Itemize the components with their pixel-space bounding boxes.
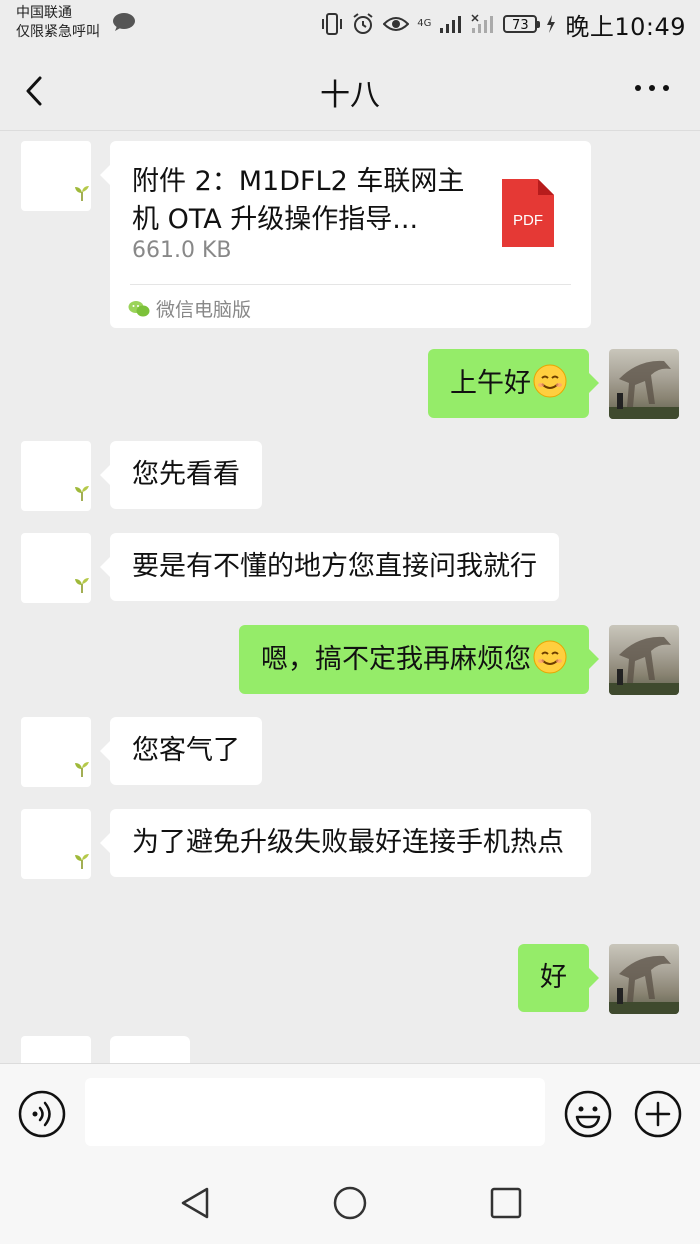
alarm-icon bbox=[353, 13, 373, 34]
pdf-icon: PDF bbox=[502, 179, 554, 247]
nav-back-icon[interactable] bbox=[175, 1183, 215, 1223]
my-avatar[interactable] bbox=[609, 349, 679, 419]
status-bar: 中国联通 仅限紧急呼叫 4G 73 晚上10:49 bbox=[0, 0, 700, 50]
sprout-icon bbox=[75, 762, 89, 777]
my-avatar[interactable] bbox=[609, 625, 679, 695]
avatar[interactable] bbox=[21, 1036, 91, 1063]
file-source-label: 微信电脑版 bbox=[156, 299, 252, 321]
message-notification-icon bbox=[113, 13, 135, 31]
file-message[interactable]: 附件 2：M1DFL2 车联网主机 OTA 升级操作指导... 661.0 KB… bbox=[100, 141, 591, 328]
avatar[interactable] bbox=[21, 533, 91, 603]
clock: 晚上10:49 bbox=[565, 12, 686, 41]
smile-emoji-icon bbox=[533, 364, 567, 398]
message-bubble-received[interactable] bbox=[110, 1036, 190, 1063]
message-bubble-received[interactable]: 为了避免升级失败最好连接手机热点 bbox=[100, 809, 591, 877]
dinosaur-photo-icon bbox=[609, 955, 679, 1014]
wechat-icon bbox=[128, 300, 150, 316]
sprout-icon bbox=[75, 186, 89, 201]
sprout-icon bbox=[75, 486, 89, 501]
carrier-name: 中国联通 bbox=[16, 5, 72, 21]
nav-home-icon[interactable] bbox=[330, 1183, 370, 1223]
charging-icon bbox=[547, 15, 556, 33]
avatar[interactable] bbox=[21, 141, 91, 211]
vibrate-icon bbox=[322, 13, 343, 35]
message-text: 嗯，搞不定我再麻烦您 bbox=[261, 644, 531, 675]
pdf-label: PDF bbox=[513, 212, 543, 229]
carrier-info: 中国联通 仅限紧急呼叫 bbox=[16, 4, 100, 42]
chat-title: 十八 bbox=[320, 78, 380, 113]
message-list[interactable]: 附件 2：M1DFL2 车联网主机 OTA 升级操作指导... 661.0 KB… bbox=[0, 131, 700, 1063]
file-size: 661.0 KB bbox=[132, 238, 232, 263]
eye-icon bbox=[383, 17, 410, 31]
message-bubble-received[interactable]: 要是有不懂的地方您直接问我就行 bbox=[100, 533, 559, 601]
status-icons: 4G 73 晚上10:49 bbox=[321, 8, 686, 41]
chat-header: 十八 bbox=[0, 50, 700, 131]
signal-icon bbox=[440, 16, 462, 33]
input-bar bbox=[0, 1063, 700, 1162]
voice-icon[interactable] bbox=[18, 1090, 66, 1138]
battery-indicator: 73 bbox=[503, 15, 541, 33]
my-avatar[interactable] bbox=[609, 944, 679, 1014]
dinosaur-photo-icon bbox=[609, 360, 679, 419]
file-name: 附件 2：M1DFL2 车联网主机 OTA 升级操作指导... bbox=[132, 166, 465, 235]
avatar[interactable] bbox=[21, 441, 91, 511]
carrier-status: 仅限紧急呼叫 bbox=[16, 24, 100, 40]
smile-emoji-icon bbox=[533, 640, 567, 674]
avatar[interactable] bbox=[21, 717, 91, 787]
sprout-icon bbox=[75, 854, 89, 869]
message-input[interactable] bbox=[85, 1078, 545, 1146]
message-bubble-sent[interactable]: 嗯，搞不定我再麻烦您 bbox=[239, 625, 599, 694]
avatar[interactable] bbox=[21, 809, 91, 879]
message-bubble-sent[interactable]: 好 bbox=[518, 944, 599, 1012]
file-source: 微信电脑版 bbox=[128, 295, 251, 322]
message-bubble-received[interactable]: 您客气了 bbox=[100, 717, 262, 785]
divider bbox=[130, 284, 571, 285]
signal-no-sim-icon bbox=[471, 14, 494, 33]
system-navigation-bar bbox=[0, 1161, 700, 1244]
network-type: 4G bbox=[417, 18, 432, 29]
plus-icon[interactable] bbox=[634, 1090, 682, 1138]
dinosaur-photo-icon bbox=[609, 636, 679, 695]
message-text: 上午好 bbox=[450, 368, 531, 399]
nav-recent-icon[interactable] bbox=[486, 1183, 526, 1223]
more-icon[interactable] bbox=[632, 78, 672, 98]
sprout-icon bbox=[75, 578, 89, 593]
message-bubble-received[interactable]: 您先看看 bbox=[100, 441, 262, 509]
emoji-icon[interactable] bbox=[564, 1090, 612, 1138]
message-bubble-sent[interactable]: 上午好 bbox=[428, 349, 599, 418]
